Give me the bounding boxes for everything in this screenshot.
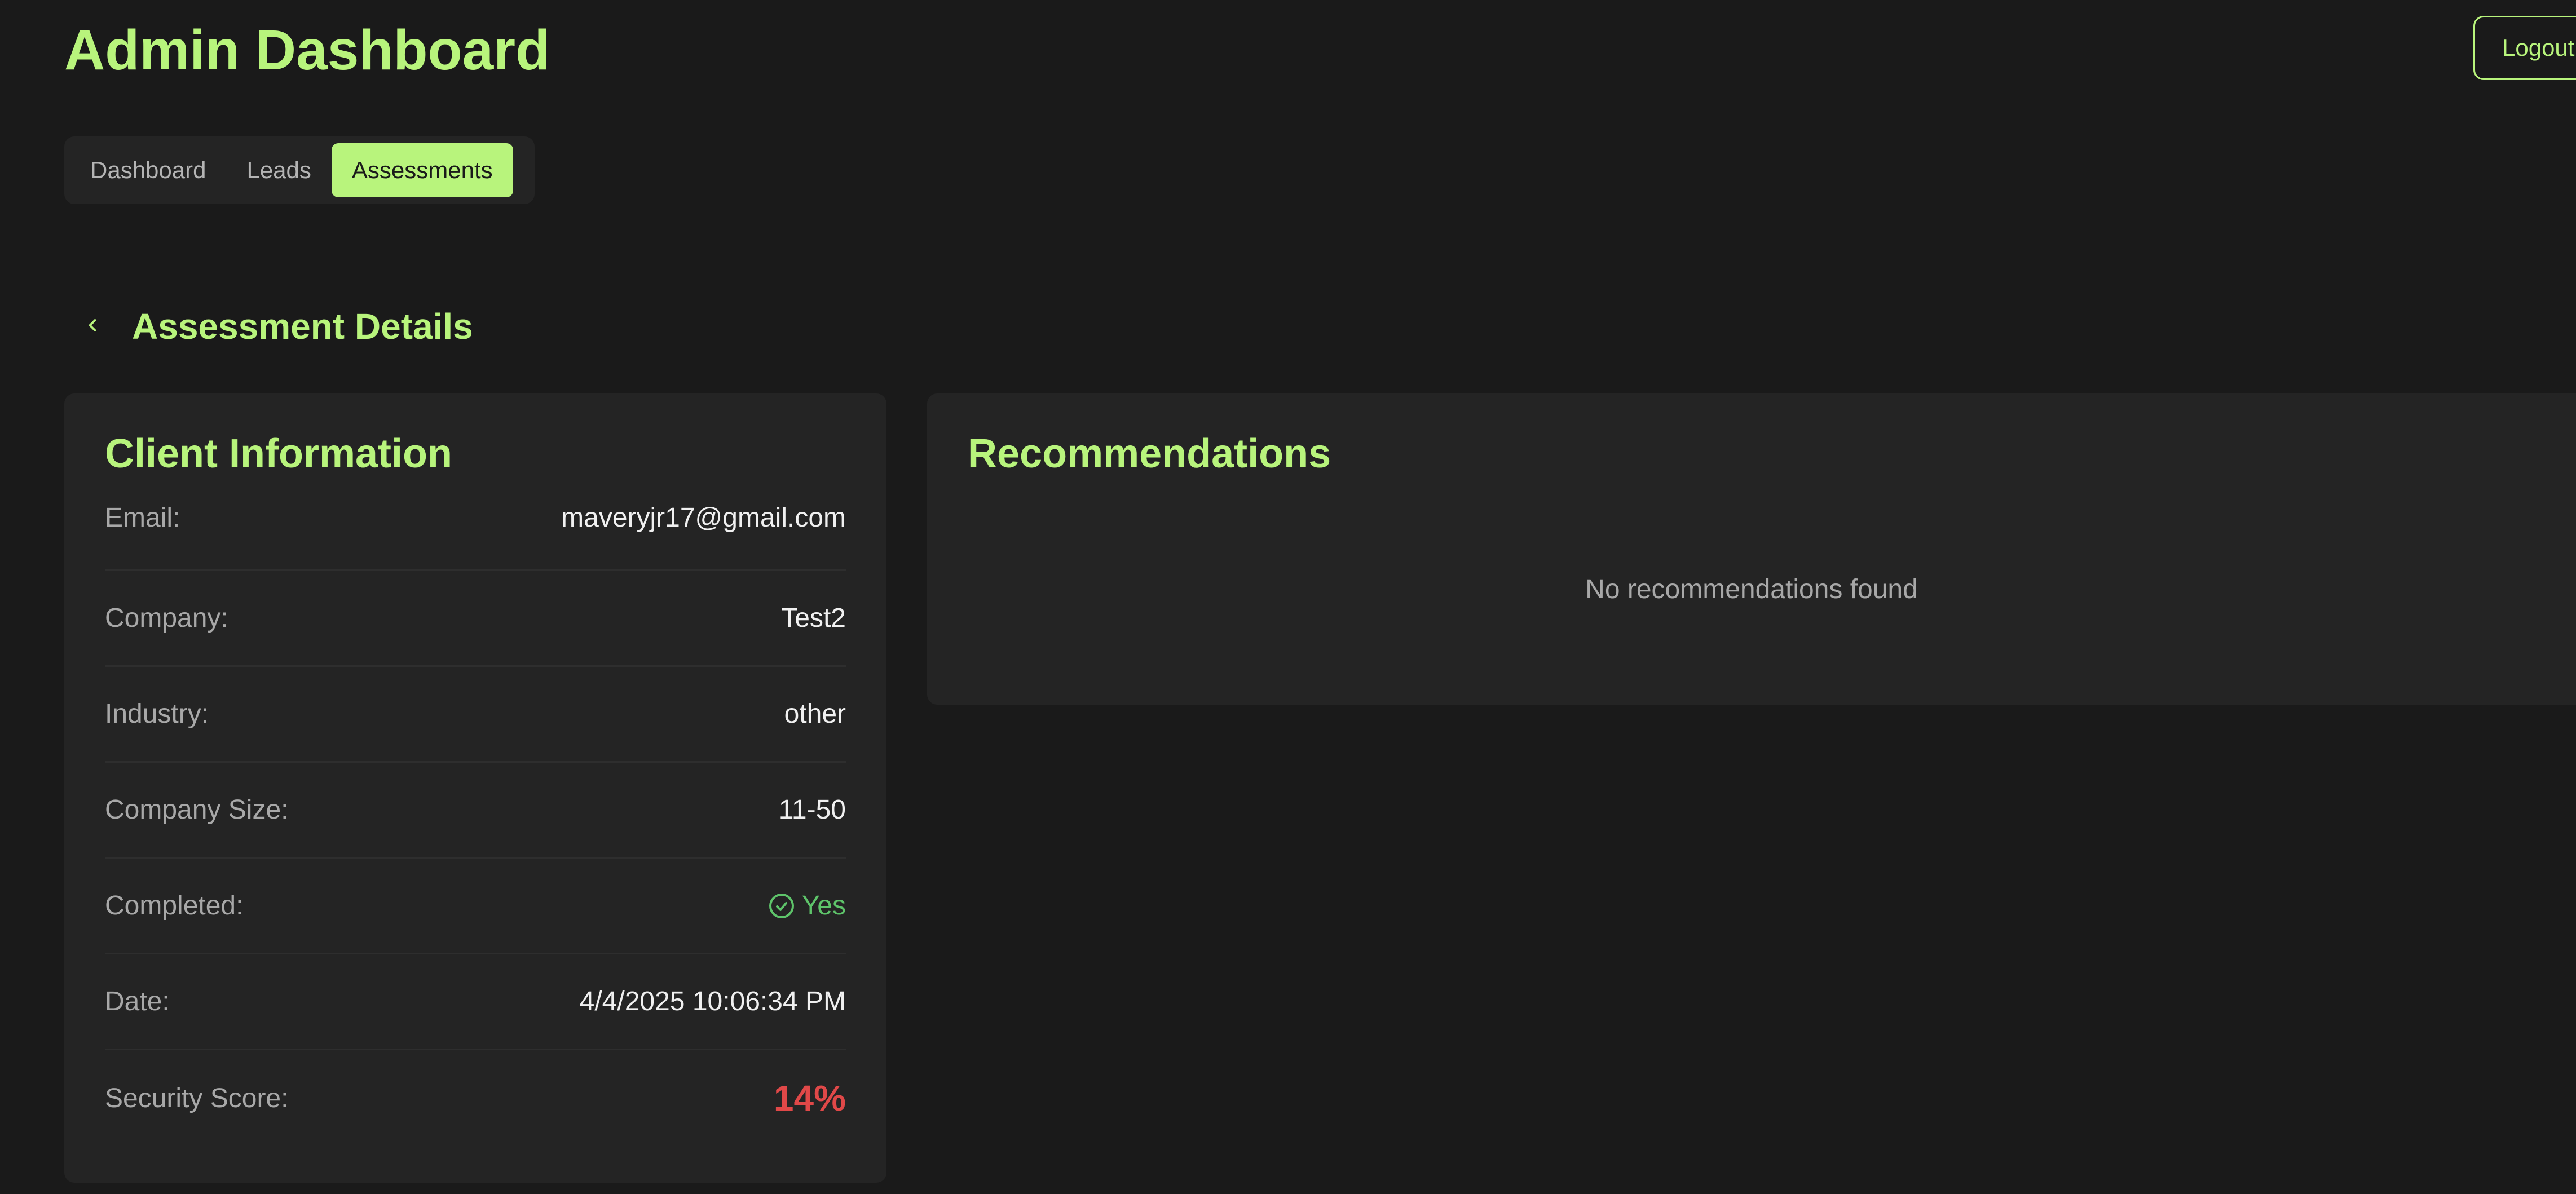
info-label: Date: <box>105 987 170 1017</box>
info-label: Industry: <box>105 699 209 729</box>
info-row-date: Date: 4/4/2025 10:06:34 PM <box>105 954 846 1051</box>
check-circle-icon <box>768 892 795 919</box>
date-value: 4/4/2025 10:06:34 PM <box>579 987 846 1017</box>
client-info-list: Email: maveryjr17@gmail.com Company: Tes… <box>105 496 846 1146</box>
section-title: Assessment Details <box>132 306 473 347</box>
completed-value: Yes <box>801 891 846 921</box>
info-row-security-score: Security Score: 14% <box>105 1050 846 1146</box>
company-value: Test2 <box>781 603 846 634</box>
completed-status: Yes <box>768 890 846 921</box>
info-row-industry: Industry: other <box>105 667 846 763</box>
page-title: Admin Dashboard <box>64 19 550 82</box>
info-row-company: Company: Test2 <box>105 571 846 667</box>
info-row-completed: Completed: Yes <box>105 859 846 955</box>
info-label: Company Size: <box>105 795 289 825</box>
section-header: Assessment Details <box>64 295 473 357</box>
company-size-value: 11-50 <box>778 795 846 825</box>
nav-tabs: Dashboard Leads Assessments <box>64 136 535 204</box>
recommendations-title: Recommendations <box>968 431 1331 476</box>
recommendations-card: Recommendations No recommendations found <box>927 393 2576 705</box>
back-button[interactable] <box>64 298 121 355</box>
client-info-title: Client Information <box>105 431 452 476</box>
tab-dashboard[interactable]: Dashboard <box>70 143 226 197</box>
info-label: Email: <box>105 503 180 533</box>
chevron-left-icon <box>82 315 103 338</box>
tab-assessments[interactable]: Assessments <box>331 143 513 197</box>
empty-state-message: No recommendations found <box>1585 574 1918 604</box>
client-info-card: Client Information Email: maveryjr17@gma… <box>64 393 886 1183</box>
info-label: Security Score: <box>105 1083 289 1113</box>
info-row-email: Email: maveryjr17@gmail.com <box>105 496 846 572</box>
tab-leads[interactable]: Leads <box>226 143 331 197</box>
info-label: Company: <box>105 603 228 634</box>
logout-button[interactable]: Logout <box>2473 16 2576 80</box>
info-row-company-size: Company Size: 11-50 <box>105 763 846 859</box>
industry-value: other <box>784 699 846 729</box>
email-value: maveryjr17@gmail.com <box>561 503 846 533</box>
info-label: Completed: <box>105 891 244 921</box>
security-score-value: 14% <box>773 1078 846 1119</box>
